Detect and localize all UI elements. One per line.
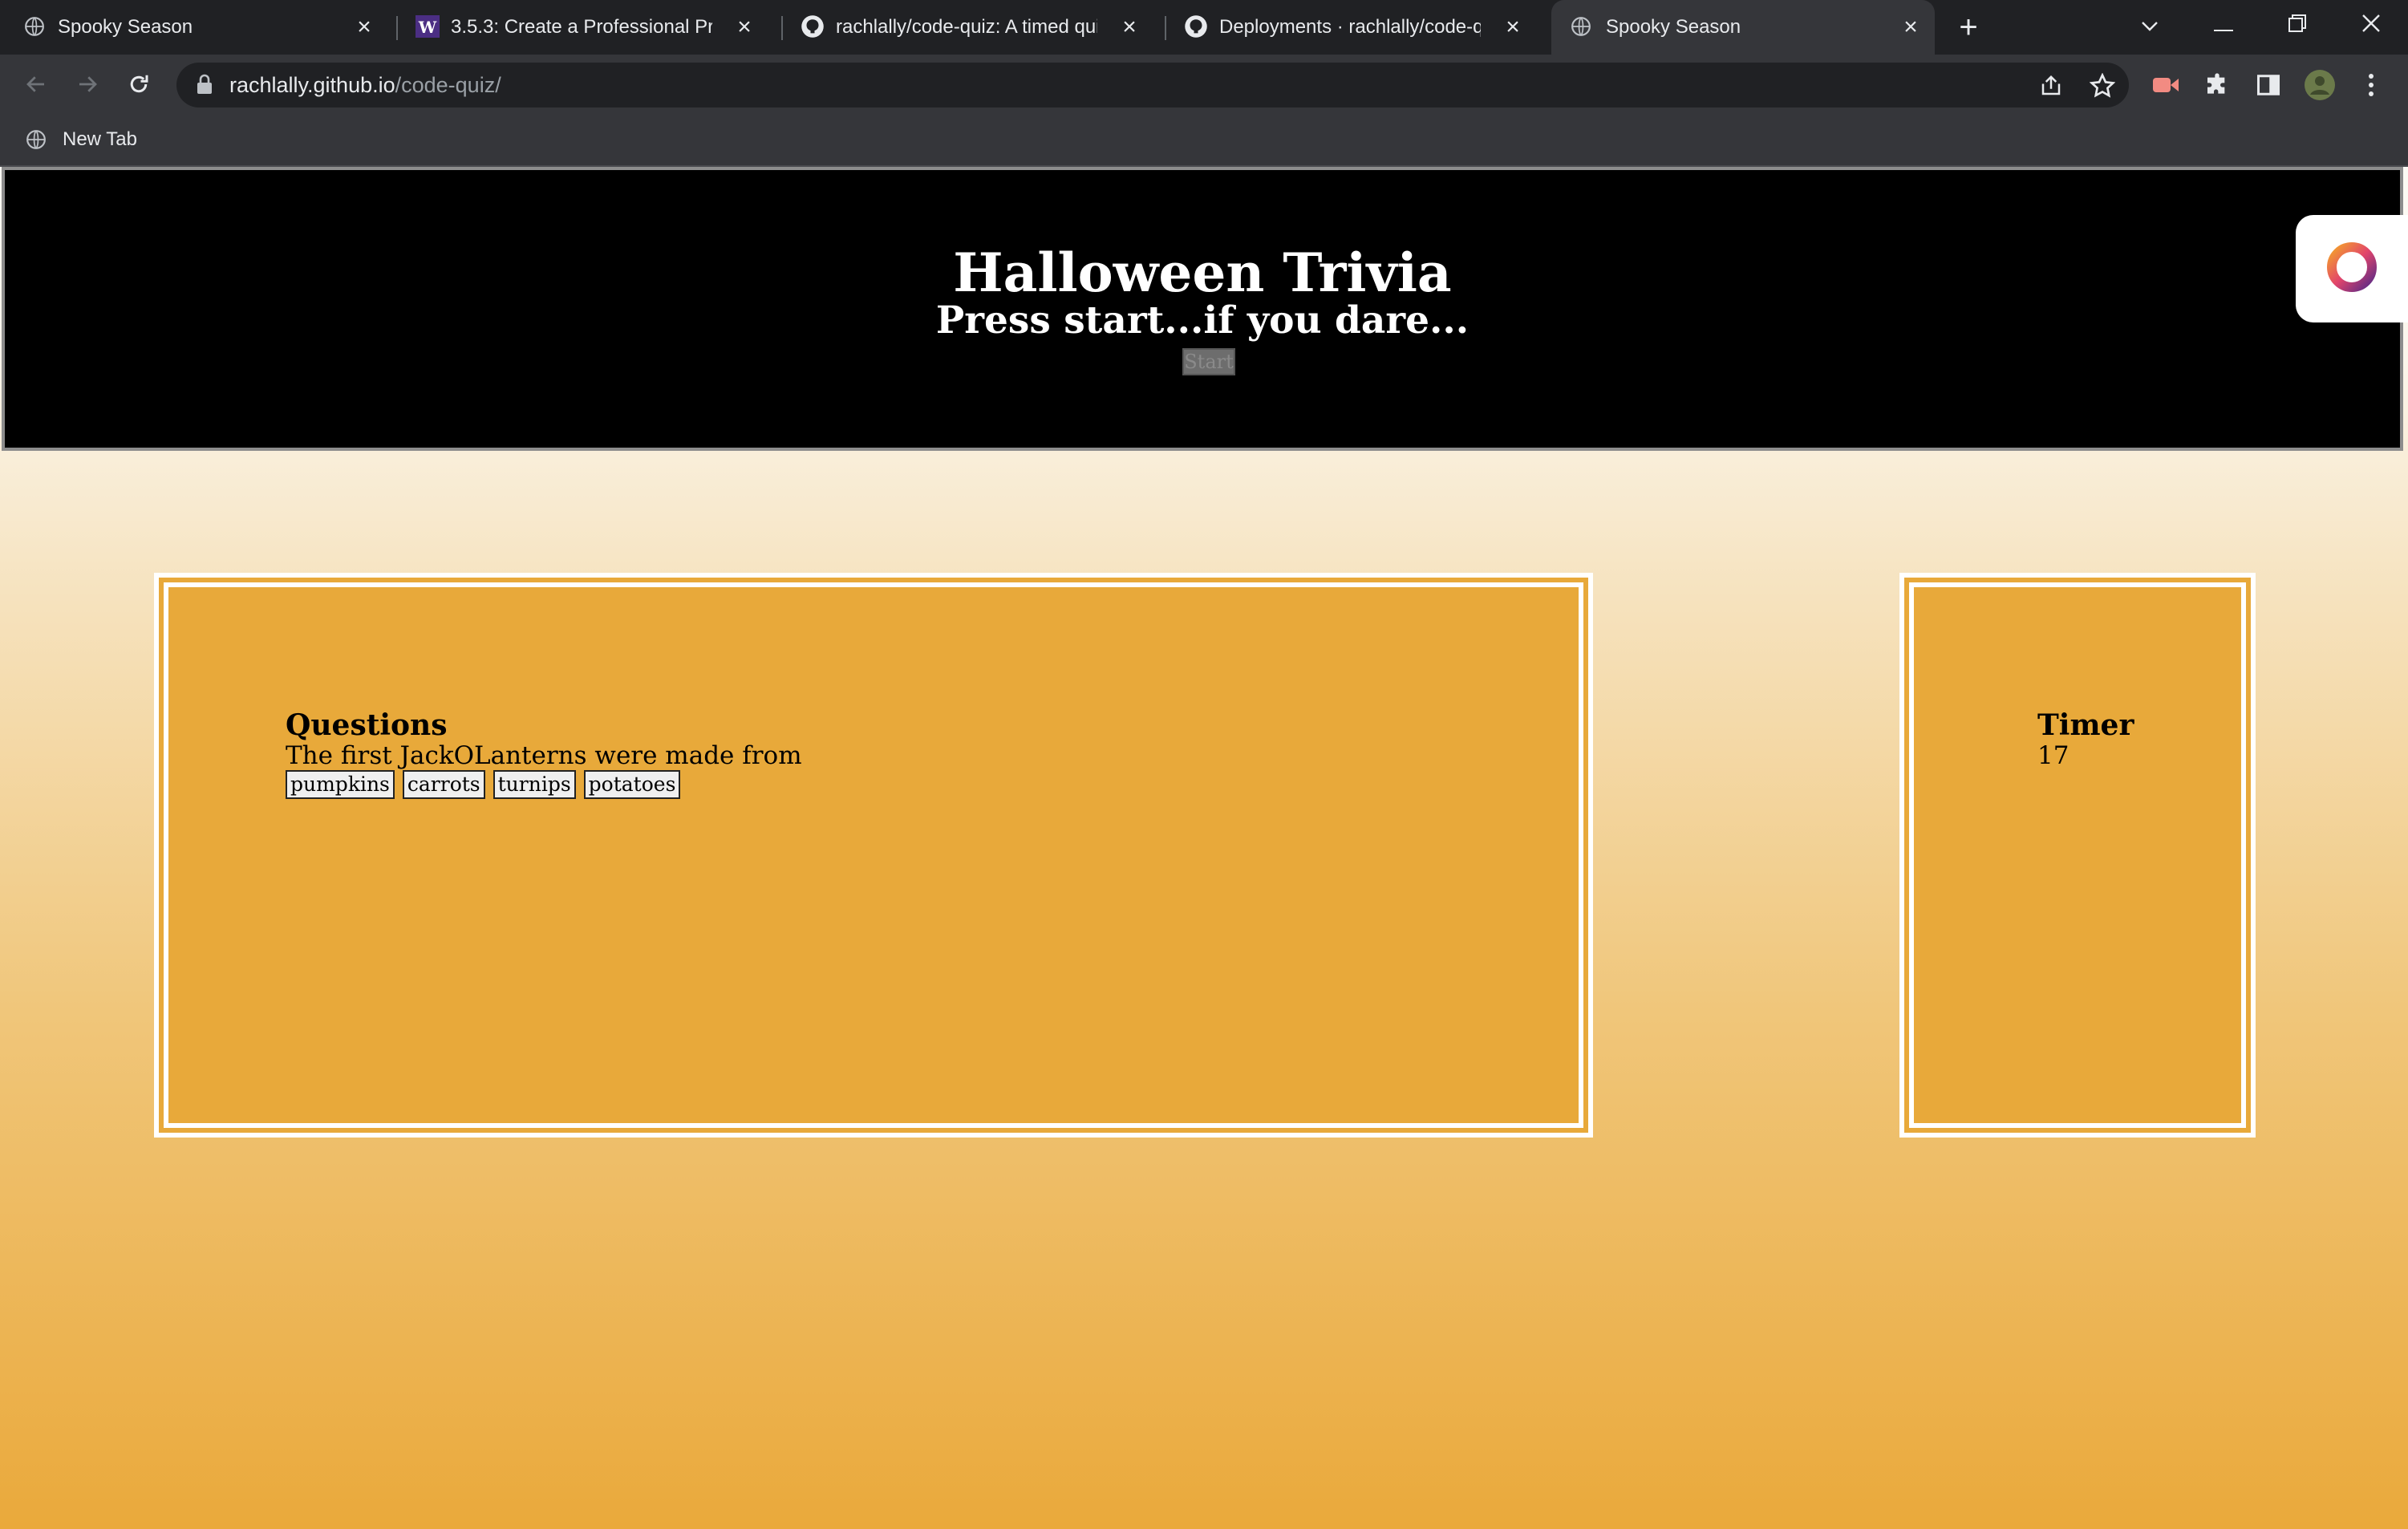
more-menu-icon[interactable]	[2355, 69, 2387, 101]
quiz-header: Halloween Trivia Press start...if you da…	[2, 167, 2403, 451]
tab-title: rachlally/code-quiz: A timed quiz	[836, 16, 1097, 38]
tab-deployments[interactable]: Deployments · rachlally/code-qu ×	[1184, 0, 1537, 55]
globe-icon	[1569, 14, 1593, 39]
tab-create-professional-project[interactable]: W 3.5.3: Create a Professional Proje ×	[416, 0, 768, 55]
share-icon[interactable]	[2037, 72, 2065, 99]
floating-widget-button[interactable]	[2296, 215, 2408, 322]
tab-code-quiz-repo[interactable]: rachlally/code-quiz: A timed quiz ×	[801, 0, 1153, 55]
url-domain: rachlally.github.io	[229, 73, 395, 97]
minimize-window-button[interactable]	[2199, 8, 2248, 43]
github-icon	[801, 14, 825, 39]
ring-logo-icon	[2324, 239, 2380, 298]
page-title: Halloween Trivia	[953, 241, 1452, 304]
url-path: /code-quiz/	[395, 73, 501, 97]
address-bar[interactable]: rachlally.github.io/code-quiz/	[176, 63, 2129, 107]
reload-icon[interactable]	[120, 66, 157, 103]
timer-value: 17	[2037, 741, 2070, 770]
start-button[interactable]: Start	[1182, 348, 1235, 375]
bookmarks-bar: New Tab	[0, 114, 2408, 167]
forward-arrow-icon[interactable]	[69, 66, 106, 103]
answer-button-pumpkins[interactable]: pumpkins	[286, 770, 395, 799]
github-icon	[1184, 14, 1208, 39]
page-viewport: Halloween Trivia Press start...if you da…	[0, 167, 2408, 1529]
answer-button-carrots[interactable]: carrots	[402, 770, 485, 799]
globe-icon	[24, 128, 48, 152]
question-text: The first JackOLanterns were made from	[286, 741, 802, 770]
timer-panel: Timer 17	[1904, 578, 2251, 1133]
svg-text:W: W	[418, 18, 437, 37]
answer-list: pumpkins carrots turnips potatoes	[286, 770, 681, 799]
close-window-button[interactable]	[2347, 8, 2395, 43]
profile-avatar[interactable]	[2304, 69, 2336, 101]
extensions-puzzle-icon[interactable]	[2201, 69, 2233, 101]
answer-button-potatoes[interactable]: potatoes	[583, 770, 681, 799]
back-arrow-icon[interactable]	[18, 66, 55, 103]
browser-toolbar: rachlally.github.io/code-quiz/	[0, 55, 2408, 114]
tab-spooky-season-active[interactable]: Spooky Season ×	[1551, 0, 1935, 55]
bookmark-star-icon[interactable]	[2089, 72, 2116, 99]
close-tab-icon[interactable]: ×	[351, 14, 377, 40]
new-tab-button[interactable]: +	[1951, 10, 1986, 45]
tab-title: 3.5.3: Create a Professional Proje	[451, 16, 712, 38]
tab-separator	[396, 16, 398, 40]
url-text: rachlally.github.io/code-quiz/	[229, 63, 501, 107]
tab-title: Spooky Season	[1606, 16, 1741, 38]
questions-panel: Questions The first JackOLanterns were m…	[159, 578, 1588, 1133]
globe-icon	[22, 14, 47, 39]
tab-strip: Spooky Season × W 3.5.3: Create a Profes…	[0, 0, 2408, 55]
tab-search-chevron-icon[interactable]	[2126, 8, 2174, 43]
side-panel-icon[interactable]	[2252, 69, 2284, 101]
bookmark-new-tab[interactable]: New Tab	[24, 114, 137, 165]
lock-icon[interactable]	[196, 74, 213, 99]
tab-title: Spooky Season	[58, 16, 193, 38]
answer-button-turnips[interactable]: turnips	[493, 770, 576, 799]
timer-heading: Timer	[2037, 708, 2134, 742]
page-subtitle: Press start...if you dare...	[935, 298, 1470, 343]
close-tab-icon[interactable]: ×	[1898, 14, 1924, 40]
restore-window-button[interactable]	[2273, 8, 2321, 43]
close-tab-icon[interactable]: ×	[1117, 14, 1142, 40]
bookmark-label: New Tab	[63, 128, 137, 150]
tab-separator	[1165, 16, 1166, 40]
close-tab-icon[interactable]: ×	[732, 14, 757, 40]
tab-separator	[781, 16, 783, 40]
w-logo-icon: W	[416, 14, 440, 39]
tab-title: Deployments · rachlally/code-qu	[1219, 16, 1481, 38]
tab-spooky-season-1[interactable]: Spooky Season ×	[22, 0, 388, 55]
close-tab-icon[interactable]: ×	[1500, 14, 1526, 40]
recorder-extension-icon[interactable]	[2150, 69, 2182, 101]
questions-heading: Questions	[286, 708, 448, 742]
